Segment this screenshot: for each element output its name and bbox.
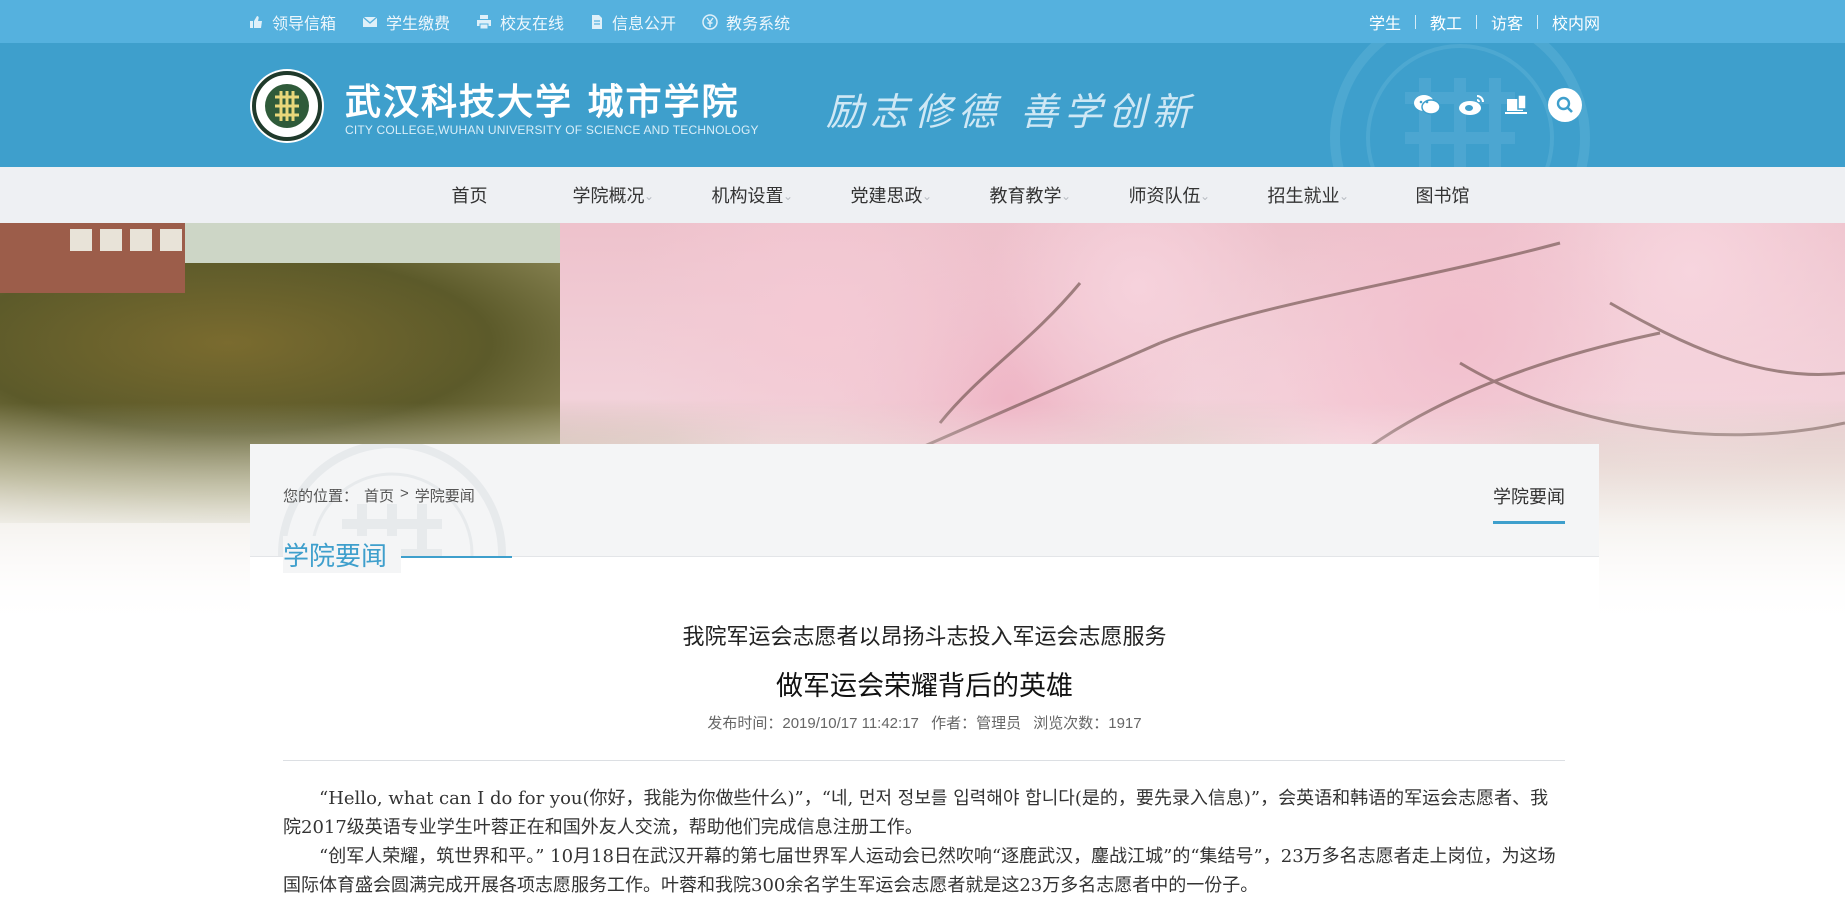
view-count: 浏览次数：1917 — [1033, 715, 1142, 732]
article-title: 做军运会荣耀背后的英雄 — [776, 671, 1073, 701]
mobile-link[interactable] — [1500, 88, 1534, 122]
chevron-down-icon: ⌄ — [782, 189, 793, 203]
top-link-info-public[interactable]: 信息公开 — [590, 10, 676, 34]
weibo-link[interactable] — [1455, 88, 1489, 122]
breadcrumb-current[interactable]: 学院要闻 — [415, 485, 475, 506]
nav-item-overview[interactable]: 学院概况 ⌄ — [539, 167, 678, 223]
top-links-right: 学生 教工 访客 校内网 — [1355, 0, 1600, 43]
site-header: 武汉科技大学 城市学院 CITY COLLEGE,WUHAN UNIVERSIT… — [0, 43, 1845, 167]
publish-time: 发布时间：2019/10/17 11:42:17 — [707, 715, 919, 732]
building-window — [100, 229, 122, 251]
chevron-down-icon: ⌄ — [1338, 189, 1349, 203]
section-title-underline — [400, 556, 512, 558]
document-icon — [592, 14, 603, 29]
social-links — [1410, 88, 1582, 122]
article-meta: 发布时间：2019/10/17 11:42:17 作者：管理员 浏览次数：191… — [250, 712, 1599, 733]
search-button[interactable] — [1548, 88, 1582, 122]
article-paragraph: “Hello, what can I do for you(你好，我能为你做些什… — [283, 788, 1549, 838]
college-name-en: CITY COLLEGE,WUHAN UNIVERSITY OF SCIENCE… — [345, 123, 759, 137]
chevron-down-icon: ⌄ — [643, 189, 654, 203]
nav-item-admissions[interactable]: 招生就业 ⌄ — [1234, 167, 1373, 223]
top-link-academic-system[interactable]: 教务系统 — [702, 10, 790, 34]
nav-item-departments[interactable]: 机构设置 ⌄ — [678, 167, 817, 223]
article-subtitle: 我院军运会志愿者以昂扬斗志投入军运会志愿服务 — [682, 624, 1167, 649]
top-link-student[interactable]: 学生 — [1355, 10, 1415, 34]
thumb-icon — [250, 15, 262, 28]
wechat-icon — [1414, 95, 1441, 115]
building-window — [160, 229, 182, 251]
college-logo-icon[interactable] — [248, 67, 326, 145]
chevron-down-icon: ⌄ — [921, 189, 932, 203]
top-link-payment[interactable]: 学生缴费 — [362, 10, 450, 34]
breadcrumb-home[interactable]: 首页 — [364, 485, 394, 506]
chevron-down-icon: ⌄ — [1199, 189, 1210, 203]
college-motto: 励志修德 善学创新 — [826, 90, 1197, 134]
breadcrumb-separator: > — [400, 485, 409, 502]
top-links-left: 领导信箱 学生缴费 校友在线 信息公开 教务系统 — [248, 0, 816, 43]
breadcrumb-prefix: 您的位置： — [283, 488, 359, 505]
mail-icon — [362, 15, 378, 27]
college-name-cn: 武汉科技大学 城市学院 — [345, 81, 740, 123]
coin-icon — [702, 13, 718, 30]
search-icon — [1556, 96, 1573, 113]
mobile-icon — [1505, 94, 1527, 114]
nav-item-home[interactable]: 首页 — [400, 167, 539, 223]
tab-college-news[interactable]: 学院要闻 — [1493, 483, 1565, 524]
building-window — [70, 229, 92, 251]
chevron-down-icon: ⌄ — [1060, 189, 1071, 203]
top-link-alumni[interactable]: 校友在线 — [476, 10, 564, 34]
article-panel: 您的位置： 首页 > 学院要闻 学院要闻 学院要闻 我院军运会志愿者以昂扬斗志投… — [250, 444, 1599, 924]
top-link-intranet[interactable]: 校内网 — [1538, 10, 1600, 34]
wechat-link[interactable] — [1410, 88, 1444, 122]
author: 作者：管理员 — [931, 715, 1022, 732]
nav-item-education[interactable]: 教育教学 ⌄ — [956, 167, 1095, 223]
building-window — [130, 229, 152, 251]
article-paragraph: “创军人荣耀，筑世界和平。” 10月18日在武汉开幕的第七届世界军人运动会已然吹… — [283, 846, 1556, 896]
panel-header: 您的位置： 首页 > 学院要闻 学院要闻 — [250, 444, 1599, 557]
banner-building — [0, 223, 185, 293]
section-title: 学院要闻 — [283, 536, 402, 573]
article-body: “Hello, what can I do for you(你好，我能为你做些什… — [283, 784, 1565, 900]
nav-item-faculty[interactable]: 师资队伍 ⌄ — [1095, 167, 1234, 223]
breadcrumb: 您的位置： 首页 > 学院要闻 — [283, 485, 481, 506]
top-link-staff[interactable]: 教工 — [1416, 10, 1476, 34]
top-utility-bar: 领导信箱 学生缴费 校友在线 信息公开 教务系统 学生 教工 访客 校内网 — [0, 0, 1845, 43]
top-link-visitor[interactable]: 访客 — [1477, 10, 1537, 34]
printer-icon — [477, 14, 492, 29]
nav-item-party[interactable]: 党建思政 ⌄ — [817, 167, 956, 223]
main-nav: 首页 学院概况 ⌄ 机构设置 ⌄ 党建思政 ⌄ 教育教学 ⌄ 师资队伍 ⌄ 招生就业 ⌄ 图… — [0, 167, 1845, 223]
nav-item-library[interactable]: 图书馆 — [1373, 167, 1512, 223]
divider — [283, 760, 1565, 761]
weibo-icon — [1459, 95, 1484, 115]
top-link-mailbox[interactable]: 领导信箱 — [248, 10, 336, 34]
